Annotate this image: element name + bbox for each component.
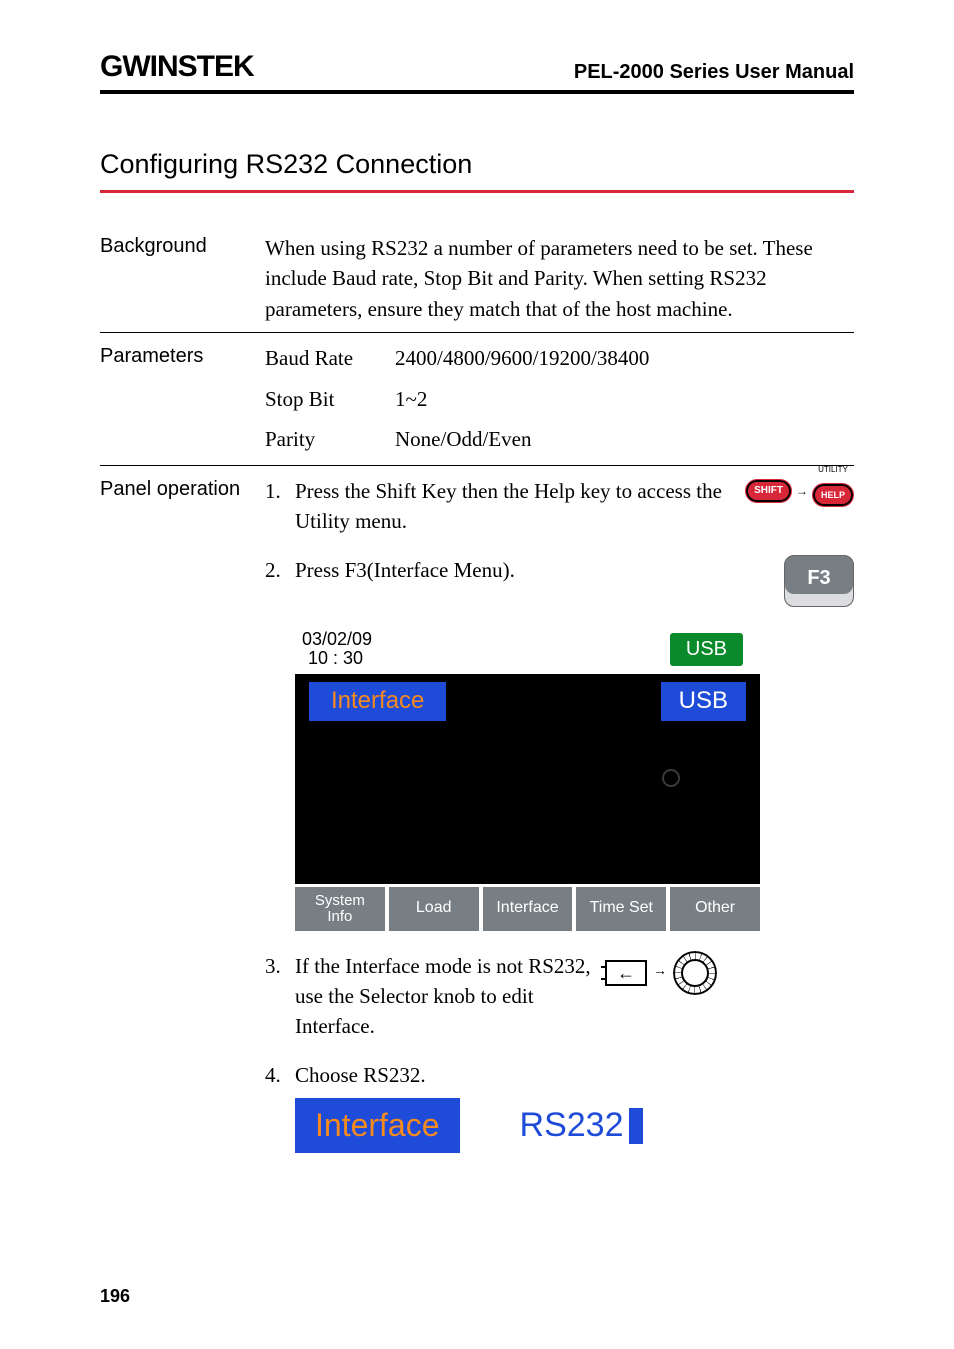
step-3: 3. If the Interface mode is not RS232, u… bbox=[265, 951, 854, 1042]
rs232-value: RS232 bbox=[520, 1101, 644, 1150]
param-row-stopbit: Stop Bit 1~2 bbox=[265, 384, 854, 414]
usb-status-pill: USB bbox=[670, 633, 743, 666]
param-value: None/Odd/Even bbox=[395, 424, 531, 454]
screen-statusbar: 03/02/09 10 : 30 USB bbox=[295, 625, 760, 675]
section-heading: Configuring RS232 Connection bbox=[100, 149, 854, 193]
step-number: 2. bbox=[265, 555, 295, 585]
interface-rs232-display: Interface RS232 bbox=[295, 1098, 854, 1152]
param-row-parity: Parity None/Odd/Even bbox=[265, 424, 854, 454]
step2-key: F3 bbox=[784, 555, 854, 607]
screen-body: Interface USB bbox=[295, 674, 760, 884]
param-name: Baud Rate bbox=[265, 343, 395, 373]
screen-interface-value: USB bbox=[661, 682, 746, 721]
param-name: Parity bbox=[265, 424, 395, 454]
document-title: PEL-2000 Series User Manual bbox=[574, 61, 854, 84]
right-arrow-icon: → bbox=[653, 962, 667, 982]
parameters-block: Parameters Baud Rate 2400/4800/9600/1920… bbox=[100, 343, 854, 465]
tab-interface: Interface bbox=[483, 887, 573, 931]
background-text: When using RS232 a number of parameters … bbox=[265, 233, 854, 324]
screen-datetime: 03/02/09 10 : 30 bbox=[302, 630, 372, 670]
tab-load: Load bbox=[389, 887, 479, 931]
help-key-icon: HELP bbox=[812, 483, 854, 507]
step-2: 2. Press F3(Interface Menu). F3 bbox=[265, 555, 854, 607]
tab-system-info: System Info bbox=[295, 887, 385, 931]
step-1: 1. Press the Shift Key then the Help key… bbox=[265, 476, 854, 537]
background-label: Background bbox=[100, 233, 265, 324]
dim-circle-icon bbox=[662, 769, 680, 787]
screen-interface-label: Interface bbox=[309, 682, 446, 721]
tab-label-l2: Info bbox=[327, 909, 352, 925]
step-text: Press F3(Interface Menu). bbox=[295, 555, 784, 585]
tab-label-l1: System bbox=[315, 893, 365, 909]
step-text: Press the Shift Key then the Help key to… bbox=[295, 476, 745, 537]
param-value: 2400/4800/9600/19200/38400 bbox=[395, 343, 649, 373]
panel-operation-content: 1. Press the Shift Key then the Help key… bbox=[265, 476, 854, 1153]
parameters-list: Baud Rate 2400/4800/9600/19200/38400 Sto… bbox=[265, 343, 854, 456]
parameters-label: Parameters bbox=[100, 343, 265, 456]
param-name: Stop Bit bbox=[265, 384, 395, 414]
param-value: 1~2 bbox=[395, 384, 427, 414]
page-number: 196 bbox=[100, 1286, 130, 1307]
panel-operation-block: Panel operation 1. Press the Shift Key t… bbox=[100, 476, 854, 1161]
f3-key-icon: F3 bbox=[784, 555, 854, 607]
step-text: If the Interface mode is not RS232, use … bbox=[295, 951, 605, 1042]
selector-button-icon: ← bbox=[605, 960, 647, 986]
param-row-baud: Baud Rate 2400/4800/9600/19200/38400 bbox=[265, 343, 854, 373]
panel-operation-label: Panel operation bbox=[100, 476, 265, 1153]
step-text: Choose RS232. bbox=[295, 1060, 854, 1090]
tab-time-set: Time Set bbox=[576, 887, 666, 931]
screen-tabs: System Info Load Interface Time Set Othe… bbox=[295, 884, 760, 931]
step1-keys: SHIFT → UTILITY HELP bbox=[745, 476, 854, 508]
step-number: 1. bbox=[265, 476, 295, 506]
tab-other: Other bbox=[670, 887, 760, 931]
screen-date: 03/02/09 bbox=[302, 630, 372, 650]
brand-logo: GWINSTEK bbox=[100, 50, 254, 84]
device-screen-illustration: 03/02/09 10 : 30 USB Interface USB Syste… bbox=[295, 625, 760, 931]
cursor-block-icon bbox=[629, 1108, 643, 1144]
step-number: 3. bbox=[265, 951, 295, 981]
screen-time: 10 : 30 bbox=[302, 649, 372, 669]
rs232-text: RS232 bbox=[520, 1101, 624, 1150]
shift-key-icon: SHIFT bbox=[745, 479, 792, 503]
rotary-knob-icon bbox=[673, 951, 717, 995]
step-4: 4. Choose RS232. bbox=[265, 1060, 854, 1090]
interface-highlight-label: Interface bbox=[295, 1098, 460, 1152]
arrow-icon: → bbox=[796, 483, 808, 500]
screen-interface-row: Interface USB bbox=[295, 682, 760, 721]
selector-knob-graphic: ← → bbox=[605, 951, 717, 995]
step-number: 4. bbox=[265, 1060, 295, 1090]
left-arrow-icon: ← bbox=[617, 964, 635, 982]
utility-label: UTILITY bbox=[812, 464, 854, 476]
background-block: Background When using RS232 a number of … bbox=[100, 233, 854, 333]
help-key-wrap: UTILITY HELP bbox=[812, 476, 854, 508]
page-header: GWINSTEK PEL-2000 Series User Manual bbox=[100, 50, 854, 94]
